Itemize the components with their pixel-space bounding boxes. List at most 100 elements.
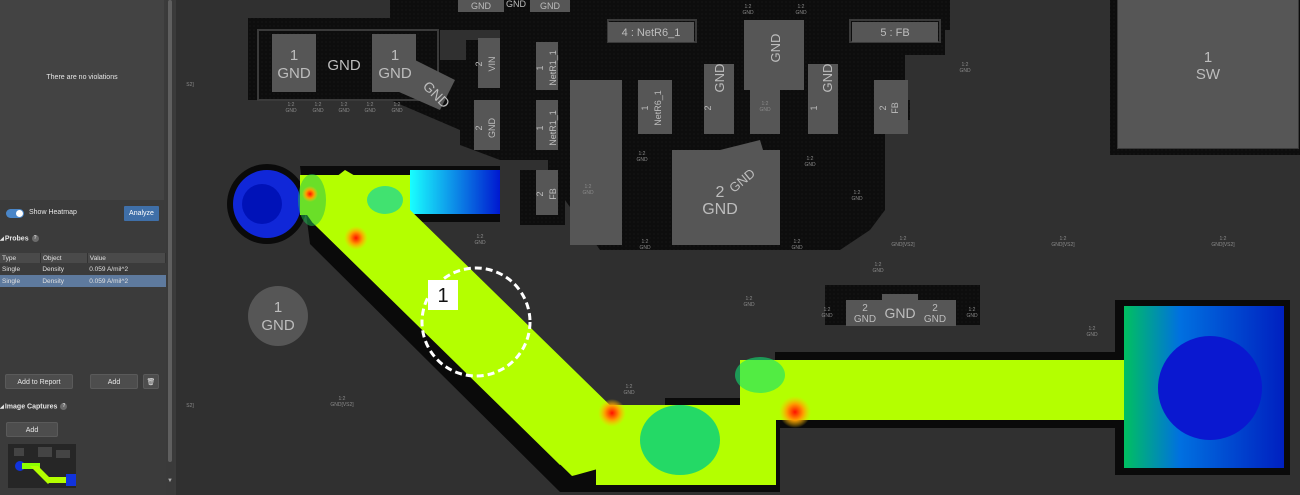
- pcb-canvas[interactable]: 1 GND GND 1 GND GND GND GND GND 2 VIN 2 …: [176, 0, 1300, 495]
- probe-number: 1: [437, 285, 448, 307]
- pad-label: GND: [277, 65, 311, 82]
- add-to-report-button[interactable]: Add to Report: [5, 374, 73, 389]
- pad-label: GND: [327, 57, 361, 74]
- pad-label: GND: [378, 65, 412, 82]
- probe-value-cell: 0.059 A/mil^2: [87, 275, 166, 287]
- tag: GND[VS2]: [330, 402, 354, 408]
- pad-label: 2: [878, 105, 888, 110]
- tag: GND: [966, 313, 978, 319]
- tag: GND: [338, 108, 350, 114]
- tag: GND: [639, 245, 651, 251]
- probes-section-header[interactable]: ◢Probes?: [0, 235, 39, 242]
- pad-label: FB: [890, 102, 900, 114]
- pad-label: GND: [854, 314, 876, 325]
- tag: S2]: [186, 82, 194, 88]
- pad-label: GND: [471, 1, 492, 11]
- pad-label: 1: [274, 299, 282, 316]
- tag: GND: [623, 390, 635, 396]
- scroll-down-icon[interactable]: ▼: [166, 478, 174, 484]
- image-capture-thumbnail[interactable]: [8, 444, 76, 488]
- pad-label: NetR1_1: [548, 50, 558, 86]
- tag: GND[VS2]: [891, 242, 915, 248]
- net-header: 5 : FB: [880, 27, 909, 39]
- pad-label: 2: [703, 105, 713, 110]
- pad-label: NetR1_1: [548, 110, 558, 146]
- image-captures-title: Image Captures: [4, 403, 58, 411]
- pad-label: 2: [932, 303, 938, 314]
- tag: S2]: [186, 403, 194, 409]
- tag: GND: [851, 196, 863, 202]
- probes-table: Type Object Value Single Density 0.059 A…: [0, 253, 167, 287]
- add-probe-button[interactable]: Add: [90, 374, 138, 389]
- column-header-value[interactable]: Value: [87, 253, 167, 263]
- pad-label: GND: [712, 64, 727, 93]
- probe-object-cell: Density: [40, 275, 88, 287]
- pad-label: GND: [487, 118, 497, 139]
- pad-label: 1: [640, 105, 650, 110]
- pad-label: 2: [716, 184, 725, 201]
- collapse-triangle-icon: ◢: [0, 404, 4, 411]
- tag: GND: [791, 245, 803, 251]
- pad-label: 2: [474, 61, 484, 66]
- pad-label: 2: [474, 125, 484, 130]
- pad-label: 2: [862, 303, 868, 314]
- table-row[interactable]: Single Density 0.059 A/mil^2: [0, 275, 166, 287]
- pad-label: GND: [768, 34, 783, 63]
- probes-title: Probes: [4, 235, 29, 243]
- column-header-object[interactable]: Object: [40, 253, 88, 263]
- net-header: 4 : NetR6_1: [622, 27, 681, 39]
- pad-label: GND: [702, 201, 738, 218]
- probe-object-cell: Density: [42, 265, 65, 273]
- probe-type-cell: Single: [0, 275, 41, 287]
- tag: GND: [1086, 332, 1098, 338]
- tag: GND: [795, 10, 807, 16]
- delete-probe-button[interactable]: 🗑: [143, 374, 159, 389]
- tag: GND: [742, 10, 754, 16]
- collapse-triangle-icon: ◢: [0, 236, 4, 243]
- show-heatmap-toggle[interactable]: [6, 209, 24, 218]
- panel-scrollbar[interactable]: ▼: [166, 0, 174, 495]
- pad-label: GND: [540, 1, 561, 11]
- table-row[interactable]: Single Density 0.059 A/mil^2: [0, 263, 166, 275]
- pad-label: 1: [290, 47, 298, 64]
- trash-icon: 🗑: [146, 379, 156, 386]
- pad-label: FB: [548, 188, 558, 200]
- no-violations-text: There are no violations: [46, 74, 118, 81]
- add-capture-button[interactable]: Add: [6, 422, 58, 437]
- help-icon[interactable]: ?: [60, 403, 68, 410]
- tag: GND: [391, 108, 403, 114]
- pad-label: VIN: [487, 56, 497, 71]
- pad-label: 1: [391, 47, 399, 64]
- pad-label: 1: [535, 65, 545, 70]
- violations-list: There are no violations: [0, 0, 164, 200]
- pcb-view[interactable]: 1 GND GND 1 GND GND GND GND GND 2 VIN 2 …: [176, 0, 1300, 495]
- pad-label: SW: [1196, 66, 1221, 83]
- tag: GND: [804, 162, 816, 168]
- scrollbar-thumb[interactable]: [168, 0, 172, 462]
- probe-value-cell: 0.059 A/mil^2: [89, 265, 129, 273]
- tag: GND: [285, 108, 297, 114]
- pad-label: 2: [535, 191, 545, 196]
- pcb-side-panel: There are no violations Show Heatmap Ana…: [0, 0, 176, 495]
- image-captures-section-header[interactable]: ◢Image Captures?: [0, 403, 68, 411]
- help-icon[interactable]: ?: [31, 235, 39, 242]
- pad-label: GND: [261, 317, 295, 334]
- analyze-button[interactable]: Analyze: [124, 206, 159, 221]
- tag: GND: [636, 157, 648, 163]
- column-header-type[interactable]: Type: [0, 253, 41, 263]
- tag: GND: [743, 302, 755, 308]
- pad-label: GND: [820, 64, 835, 93]
- pad-label: 1: [1204, 49, 1212, 66]
- tag: GND: [312, 108, 324, 114]
- pad-label: NetR6_1: [653, 90, 663, 126]
- probe-type-cell: Single: [2, 265, 21, 273]
- pad-label: GND: [924, 314, 946, 325]
- tag: GND: [959, 68, 971, 74]
- show-heatmap-label: Show Heatmap: [29, 209, 77, 216]
- pad-label: GND: [506, 0, 527, 9]
- tag: GND: [872, 268, 884, 274]
- tag: GND[VS2]: [1211, 242, 1235, 248]
- pad-round: [248, 286, 308, 346]
- pad-label: 1: [809, 105, 819, 110]
- pad-label: GND: [884, 305, 915, 321]
